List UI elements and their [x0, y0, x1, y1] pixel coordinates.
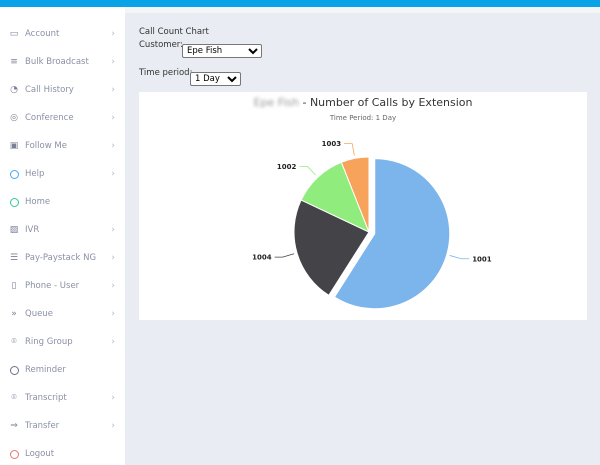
pie-connector-1002 [299, 165, 316, 176]
top-bar [0, 0, 600, 7]
location-pin-icon: ⌾ [11, 337, 17, 347]
chevron-right-icon: › [111, 57, 115, 67]
sidebar-item-label: Logout [25, 449, 55, 459]
id-card-icon: ▣ [9, 141, 19, 151]
period-select[interactable]: 1 Day [190, 66, 241, 86]
sidebar-item-home[interactable]: Home [0, 191, 125, 213]
list-icon: ≡ [10, 57, 18, 67]
chevron-right-icon: › [111, 169, 115, 179]
chevron-right-icon: › [111, 253, 115, 263]
sidebar-item-label: Help [25, 169, 45, 179]
sidebar-item-label: Conference [25, 113, 74, 123]
sidebar-item-pay-paystack-ng[interactable]: ☰ Pay-Paystack NG › [0, 247, 125, 269]
sidebar-item-label: Call History [25, 85, 74, 95]
image-icon: ▨ [9, 225, 19, 235]
phone-icon: ▯ [11, 281, 17, 291]
customer-select[interactable]: Epe Fish [182, 38, 262, 58]
sidebar-item-label: Bulk Broadcast [25, 57, 89, 67]
account-icon: ▭ [9, 29, 19, 39]
sidebar-item-label: Transcript [25, 393, 67, 403]
chevron-right-icon: › [111, 281, 115, 291]
gauge-icon: ◔ [10, 85, 18, 95]
pie-connector-1001 [449, 255, 470, 260]
chevron-right-icon: › [111, 225, 115, 235]
sidebar-item-label: IVR [25, 225, 40, 235]
chevron-right-icon: › [111, 85, 115, 95]
document-icon: ☰ [9, 253, 19, 263]
pie-chart: 1001 1004 1002 1003 [252, 140, 492, 310]
sidebar-item-reminder[interactable]: Reminder [0, 359, 125, 381]
sidebar-item-label: Queue [25, 309, 53, 319]
sidebar-item-label: Account [25, 29, 60, 39]
arrow-right-icon: ⇒ [10, 421, 18, 431]
pie-connector-1004 [274, 253, 295, 258]
chevron-right-icon: › [111, 29, 115, 39]
chart-container: Epe Fish - Number of Calls by Extension … [139, 92, 587, 320]
pie-label-1003: 1003 [322, 140, 342, 148]
sidebar-item-label: Transfer [25, 421, 60, 431]
sidebar-item-phone-user[interactable]: ▯ Phone - User › [0, 275, 125, 297]
conference-icon: ◎ [10, 113, 18, 123]
sidebar: ▭ Account › ≡ Bulk Broadcast › ◔ Call History › ◎… [0, 7, 125, 465]
sidebar-item-queue[interactable]: » Queue › [0, 303, 125, 325]
sidebar-item-conference[interactable]: ◎ Conference › [0, 107, 125, 129]
chevron-right-icon: › [111, 309, 115, 319]
pie-label-1001: 1001 [472, 255, 492, 263]
circle-icon [9, 449, 19, 459]
sidebar-item-label: Home [25, 197, 51, 207]
pie-label-1002: 1002 [277, 163, 297, 171]
sidebar-item-bulk-broadcast[interactable]: ≡ Bulk Broadcast › [0, 51, 125, 73]
sidebar-item-label: Reminder [25, 365, 66, 375]
sidebar-item-label: Ring Group [25, 337, 73, 347]
sidebar-item-help[interactable]: Help › [0, 163, 125, 185]
sidebar-item-label: Follow Me [25, 141, 67, 151]
circle-icon [9, 197, 19, 207]
circle-icon [9, 365, 19, 375]
sidebar-item-account[interactable]: ▭ Account › [0, 23, 125, 45]
period-label: Time period: [139, 68, 193, 78]
double-chevron-icon: » [11, 309, 17, 319]
sidebar-item-transcript[interactable]: ⌾ Transcript › [0, 387, 125, 409]
sidebar-item-label: Pay-Paystack NG [25, 253, 97, 263]
location-pin-icon: ⌾ [11, 393, 17, 403]
chevron-right-icon: › [111, 141, 115, 151]
chevron-right-icon: › [111, 113, 115, 123]
sidebar-item-logout[interactable]: Logout [0, 443, 125, 465]
sidebar-item-ring-group[interactable]: ⌾ Ring Group › [0, 331, 125, 353]
pie-connector-1003 [344, 143, 355, 156]
customer-label: Customer: [139, 40, 184, 50]
sidebar-item-call-history[interactable]: ◔ Call History › [0, 79, 125, 101]
circle-icon [9, 169, 19, 179]
sidebar-item-ivr[interactable]: ▨ IVR › [0, 219, 125, 241]
pie-label-1004: 1004 [252, 254, 272, 262]
sidebar-item-follow-me[interactable]: ▣ Follow Me › [0, 135, 125, 157]
sidebar-item-transfer[interactable]: ⇒ Transfer › [0, 415, 125, 437]
chevron-right-icon: › [111, 337, 115, 347]
page-title: Call Count Chart [139, 27, 209, 37]
chevron-right-icon: › [111, 393, 115, 403]
sidebar-item-label: Phone - User [25, 281, 80, 291]
chevron-right-icon: › [111, 421, 115, 431]
